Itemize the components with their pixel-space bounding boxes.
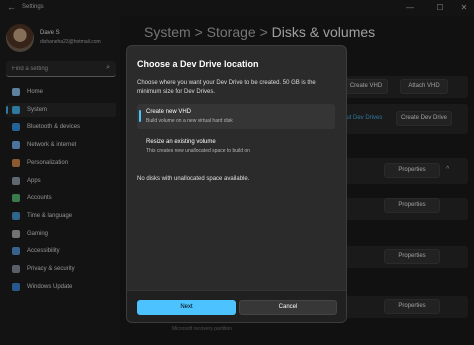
dialog-footer: Next Cancel — [127, 290, 346, 322]
cancel-button[interactable]: Cancel — [239, 300, 337, 315]
dialog-title: Choose a Dev Drive location — [137, 59, 259, 69]
option-subtitle: This creates new unallocated space to bu… — [146, 148, 250, 154]
no-disks-message: No disks with unallocated space availabl… — [137, 176, 250, 182]
option-title: Resize an existing volume — [146, 139, 216, 145]
dialog-description: Choose where you want your Dev Drive to … — [137, 80, 316, 95]
option-resize-existing-volume[interactable]: Resize an existing volume This creates n… — [137, 134, 335, 159]
next-button[interactable]: Next — [137, 300, 236, 315]
selection-indicator — [139, 110, 141, 122]
option-title: Create new VHD — [146, 109, 192, 115]
option-subtitle: Build volume on a new virtual hard disk — [146, 118, 233, 124]
option-create-new-vhd[interactable]: Create new VHD Build volume on a new vir… — [137, 104, 335, 129]
dev-drive-location-dialog: Choose a Dev Drive location Choose where… — [126, 45, 347, 323]
